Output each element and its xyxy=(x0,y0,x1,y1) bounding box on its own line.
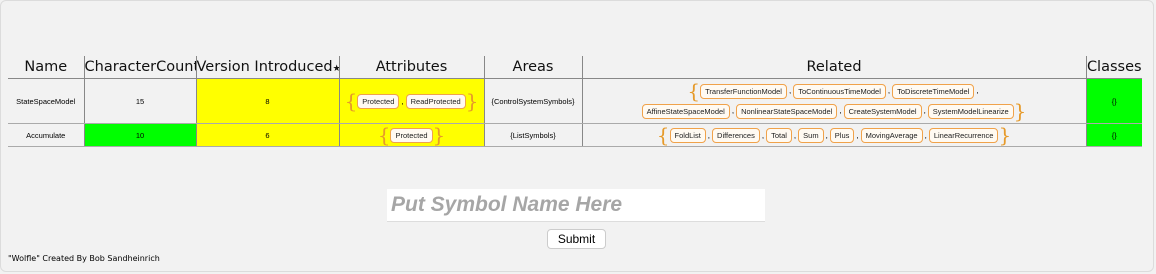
symbol-chip[interactable]: ToDiscreteTimeModel xyxy=(892,83,975,99)
symbol-chip[interactable]: Plus xyxy=(829,127,855,143)
comma-separator: , xyxy=(923,106,926,116)
brace-open-icon: { xyxy=(687,79,701,104)
cell-character-count: 10 xyxy=(83,123,196,147)
cell-version-introduced: 6 xyxy=(195,123,339,147)
header-areas: Areas xyxy=(483,56,582,79)
brace-close-icon: } xyxy=(465,89,479,113)
symbol-chip[interactable]: FoldList xyxy=(669,127,706,143)
symbol-chip[interactable]: AffineStateSpaceModel xyxy=(641,103,730,119)
symbol-chip[interactable]: Differences xyxy=(712,127,760,143)
comma-separator: , xyxy=(887,86,891,96)
cell-classes: {} xyxy=(1085,123,1142,147)
related-line: {TransferFunctionModel, ToContinuousTimeM… xyxy=(583,81,1086,101)
credit-text: "Wolfle" Created By Bob Sandheinrich xyxy=(8,254,160,263)
cell-areas: {ControlSystemSymbols} xyxy=(483,78,582,124)
symbol-chip[interactable]: ToContinuousTimeModel xyxy=(793,83,886,99)
comma-separator: , xyxy=(707,130,711,140)
header-classes: Classes xyxy=(1085,56,1142,79)
cell-related: {FoldList, Differences, Total, Sum, Plus, Mov… xyxy=(581,123,1086,147)
comma-separator: , xyxy=(924,130,927,140)
comma-separator: , xyxy=(401,96,404,106)
comma-separator: , xyxy=(761,130,765,140)
header-attributes: Attributes xyxy=(338,56,484,79)
header-version-label: Version Introduced xyxy=(196,59,333,75)
brace-open-icon: { xyxy=(344,89,358,113)
cell-attributes: {Protected, ReadProtected} xyxy=(338,78,484,124)
header-character-count: CharacterCount xyxy=(83,56,196,79)
cell-classes: {} xyxy=(1085,78,1142,124)
symbol-chip[interactable]: NonlinearStateSpaceModel xyxy=(736,103,838,119)
cell-name: StateSpaceModel xyxy=(8,78,84,124)
cell-attributes: {Protected} xyxy=(338,123,484,147)
cell-name: Accumulate xyxy=(8,123,84,147)
symbol-chip[interactable]: LinearRecurrence xyxy=(928,127,999,143)
cell-character-count: 15 xyxy=(83,78,196,124)
symbol-chip[interactable]: SystemModelLinearize xyxy=(927,103,1014,119)
header-row: Name CharacterCount Version Introduced★ … xyxy=(8,56,1142,79)
comma-separator: , xyxy=(825,130,828,140)
comma-separator: , xyxy=(976,86,979,96)
brace-open-icon: { xyxy=(377,123,391,147)
submit-button[interactable]: Submit xyxy=(547,229,606,249)
symbol-chip[interactable]: Total xyxy=(766,127,792,143)
symbol-chip[interactable]: MovingAverage xyxy=(860,127,923,143)
comma-separator: , xyxy=(793,130,797,140)
header-name: Name xyxy=(8,56,84,79)
symbol-chip[interactable]: Protected xyxy=(390,127,433,143)
guess-results-table: Name CharacterCount Version Introduced★ … xyxy=(8,56,1142,147)
brace-close-icon: } xyxy=(998,123,1012,147)
comma-separator: , xyxy=(839,106,842,116)
symbol-chip[interactable]: Sum xyxy=(798,127,824,143)
symbol-chip[interactable]: CreateSystemModel xyxy=(843,103,922,119)
related-line: AffineStateSpaceModel, NonlinearStateSpac… xyxy=(583,101,1086,121)
cell-related: {TransferFunctionModel, ToContinuousTimeM… xyxy=(581,78,1086,124)
symbol-chip[interactable]: Protected xyxy=(357,93,400,109)
brace-close-icon: } xyxy=(432,123,446,147)
comma-separator: , xyxy=(788,86,792,96)
symbol-chip[interactable]: ReadProtected xyxy=(405,93,466,109)
star-icon: ★ xyxy=(333,64,339,74)
comma-separator: , xyxy=(856,130,859,140)
table-row: Accumulate 10 6 {Protected} {ListSymbols… xyxy=(8,123,1142,147)
cell-areas: {ListSymbols} xyxy=(483,123,582,147)
header-version-introduced: Version Introduced★ xyxy=(195,56,339,79)
brace-close-icon: } xyxy=(1013,99,1027,124)
header-related: Related xyxy=(581,56,1086,79)
symbol-chip[interactable]: TransferFunctionModel xyxy=(700,83,787,99)
symbol-search-input[interactable] xyxy=(387,189,765,222)
cell-version-introduced: 8 xyxy=(195,78,339,124)
brace-open-icon: { xyxy=(656,123,670,147)
comma-separator: , xyxy=(731,106,735,116)
table-row: StateSpaceModel 15 8 {Protected, ReadProt… xyxy=(8,78,1142,124)
